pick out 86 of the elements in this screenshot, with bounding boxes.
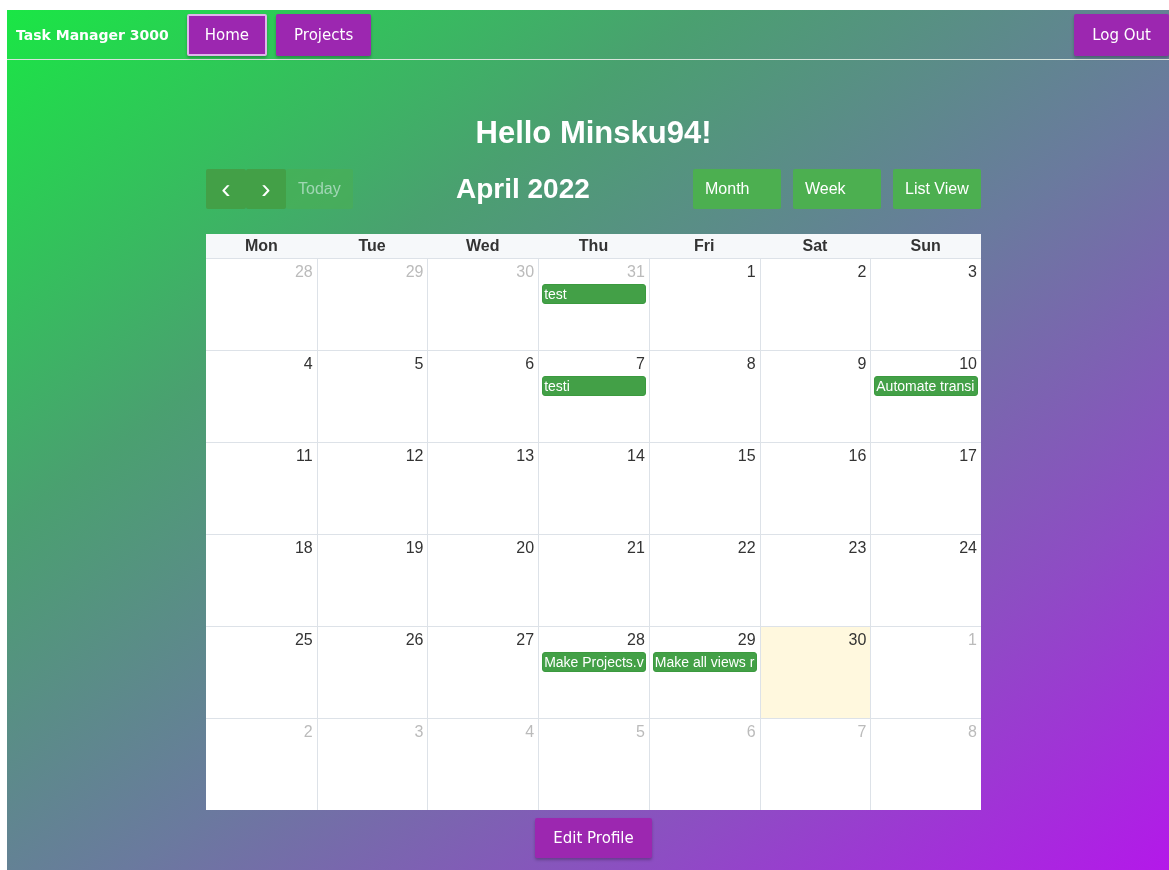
day-number: 4 [524, 722, 536, 742]
nav-button[interactable]: Projects [276, 13, 372, 56]
day-number: 29 [736, 630, 757, 650]
day-cell[interactable]: 3 [870, 259, 981, 350]
day-number: 13 [515, 446, 536, 466]
day-number: 19 [404, 538, 425, 558]
day-number: 11 [295, 446, 314, 466]
day-cell[interactable]: 22 [648, 535, 760, 626]
day-number: 8 [967, 722, 978, 742]
day-number: 4 [302, 354, 314, 374]
day-number: 2 [856, 262, 868, 282]
day-number: 29 [404, 262, 425, 282]
day-cell[interactable]: 6 [427, 351, 539, 442]
day-cell[interactable]: 16 [759, 443, 871, 534]
day-number: 31 [626, 262, 646, 282]
edit-profile-button[interactable]: Edit Profile [535, 818, 652, 858]
day-cell[interactable]: 17 [870, 443, 981, 534]
day-number: 28 [626, 630, 646, 650]
weekday-header: Tue [357, 236, 387, 256]
day-cell[interactable]: 27 [427, 627, 539, 718]
weekday-header: Sun [909, 236, 942, 256]
day-number: 20 [515, 538, 536, 558]
day-cell[interactable]: 2 [759, 259, 871, 350]
day-number: 2 [302, 722, 314, 742]
weekday-header: Wed [465, 236, 501, 256]
day-number: 25 [293, 630, 314, 650]
day-number: 5 [413, 354, 425, 374]
day-number: 17 [958, 446, 978, 466]
day-cell[interactable]: 1 [648, 259, 760, 350]
day-number: 28 [293, 262, 314, 282]
day-cell[interactable]: 15 [648, 443, 760, 534]
day-cell[interactable]: 11 [206, 443, 317, 534]
day-number: 21 [626, 538, 646, 558]
day-cell[interactable]: 4 [206, 351, 317, 442]
day-number: 6 [745, 722, 757, 742]
day-number: 23 [847, 538, 868, 558]
day-cell[interactable]: 23 [759, 535, 871, 626]
day-number: 1 [745, 262, 757, 282]
day-number: 8 [745, 354, 757, 374]
day-number: 14 [626, 446, 646, 466]
day-cell[interactable]: 26 [316, 627, 428, 718]
day-number: 16 [847, 446, 868, 466]
logout-button[interactable]: Log Out [1074, 13, 1169, 56]
day-number: 15 [736, 446, 757, 466]
day-number: 7 [634, 354, 646, 374]
day-number: 6 [524, 354, 536, 374]
day-number: 26 [404, 630, 425, 650]
day-cell[interactable]: 19 [316, 535, 428, 626]
calendar-title: April 2022 [455, 173, 590, 205]
day-number: 3 [967, 262, 978, 282]
day-number: 18 [293, 538, 314, 558]
day-number: 1 [967, 630, 978, 650]
day-cell[interactable]: 20 [427, 535, 539, 626]
day-cell[interactable]: 12 [316, 443, 428, 534]
day-number: 12 [404, 446, 425, 466]
day-cell[interactable]: 21 [538, 535, 649, 626]
day-cell[interactable]: 13 [427, 443, 539, 534]
day-cell[interactable]: 5 [316, 351, 428, 442]
day-cell[interactable]: 25 [206, 627, 317, 718]
weekday-header: Mon [243, 236, 279, 256]
weekday-header: Sat [801, 236, 829, 256]
day-cell[interactable]: 9 [759, 351, 871, 442]
day-cell[interactable]: 8 [648, 351, 760, 442]
weekday-header: Fri [692, 236, 716, 256]
day-number: 22 [736, 538, 757, 558]
weekday-header: Thu [577, 236, 610, 256]
app-title: Task Manager 3000 [16, 26, 169, 43]
day-number: 7 [856, 722, 868, 742]
day-cell[interactable]: 7 testi [538, 351, 649, 442]
day-number: 10 [958, 354, 978, 374]
day-cell[interactable]: 30 [759, 627, 871, 718]
day-number: 24 [958, 538, 978, 558]
day-number: 3 [413, 722, 425, 742]
day-cell[interactable]: 10 Automate transi [870, 351, 981, 442]
day-cell[interactable]: 24 [870, 535, 981, 626]
day-cell[interactable]: 28 Make Projects.v [538, 627, 649, 718]
day-number: 30 [515, 262, 536, 282]
nav-button[interactable]: Home [186, 13, 268, 56]
day-cell[interactable]: 18 [206, 535, 317, 626]
day-cell[interactable]: 14 [538, 443, 649, 534]
day-number: 27 [515, 630, 536, 650]
greeting-heading: Hello Minsku94! [475, 115, 712, 151]
day-number: 9 [856, 354, 868, 374]
day-number: 5 [634, 722, 646, 742]
day-number: 30 [847, 630, 868, 650]
day-cell[interactable]: 29 Make all views r [648, 627, 760, 718]
